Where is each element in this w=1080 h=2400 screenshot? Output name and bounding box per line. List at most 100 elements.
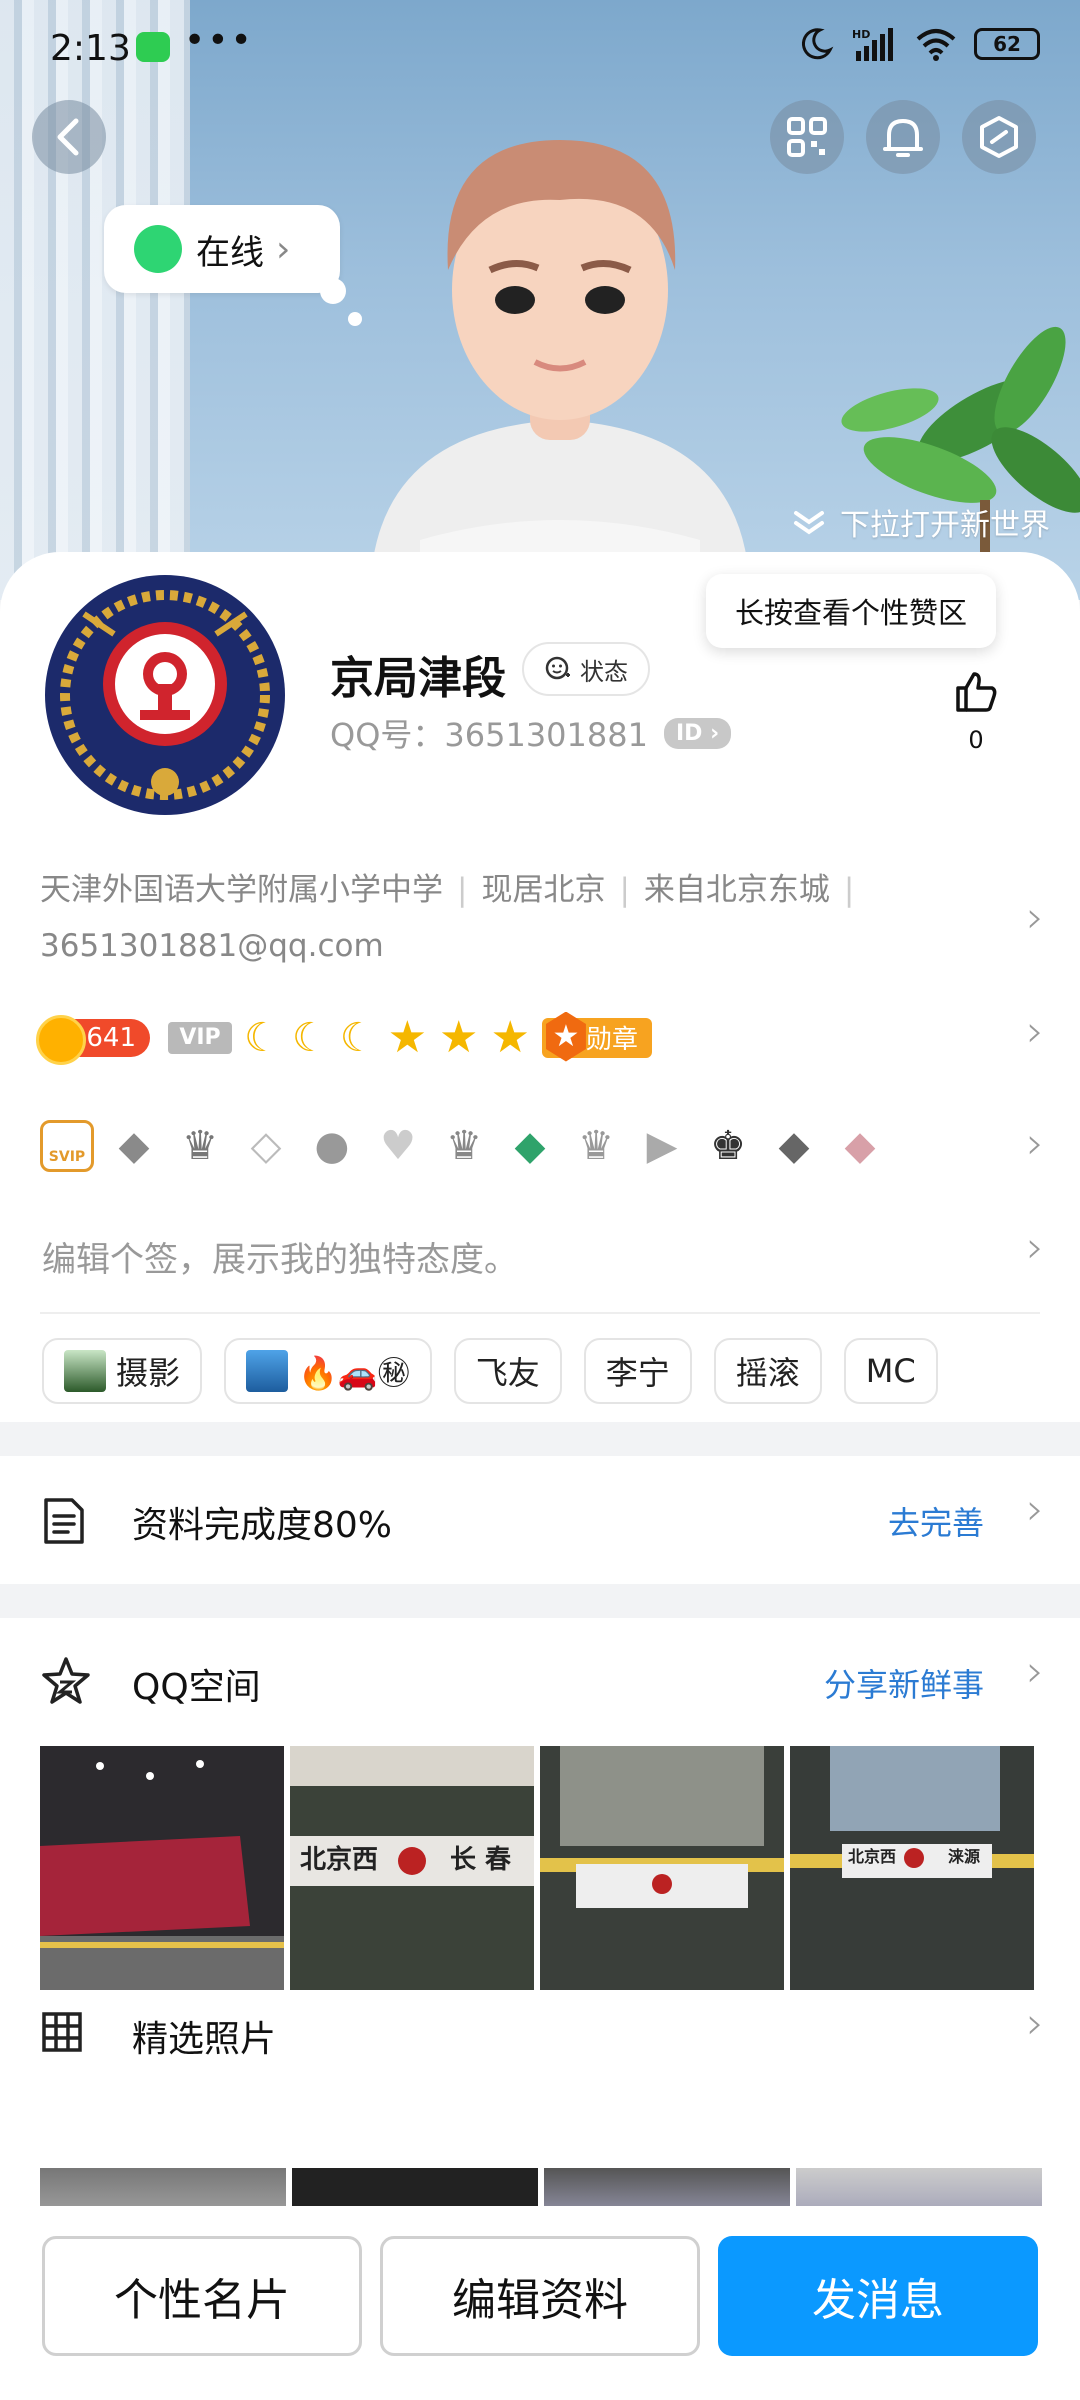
moon-level-icon: ☾ (339, 1014, 376, 1061)
qzone-photo[interactable] (540, 1746, 784, 1990)
tag-photography[interactable]: 摄影 (42, 1338, 203, 1404)
diamond-badge-icon: ◆ (778, 1123, 810, 1169)
complete-profile-link[interactable]: 去完善 (888, 1498, 984, 1544)
status-chip-button[interactable]: 状态 (522, 642, 650, 696)
email-text: 3651301881@qq.com (40, 928, 384, 964)
featured-photo[interactable] (292, 2168, 538, 2208)
pull-down-hint[interactable]: 下拉打开新世界 (792, 500, 1050, 544)
tag-mc[interactable]: MC (843, 1338, 938, 1404)
id-badge[interactable]: ID › (663, 717, 732, 749)
like-button[interactable]: 0 (946, 668, 1006, 754)
interest-tags: 摄影 🔥🚗㊙ 飞友 李宁 摇滚 MC (42, 1338, 938, 1404)
online-status-dot-icon (134, 225, 182, 273)
bottom-action-bar: 个性名片 编辑资料 发消息 (0, 2206, 1080, 2400)
grid-icon (42, 2012, 82, 2052)
profile-info-row[interactable]: 天津外国语大学附属小学中学 | 现居北京 | 来自北京东城 | 3651301881@qq… (40, 862, 1000, 974)
online-status-text: 在线 (196, 232, 264, 273)
qzone-photo[interactable]: 北京西 长 春 (290, 1746, 534, 1990)
signal-icon: HD (852, 28, 893, 61)
svg-text:长 春: 长 春 (450, 1845, 511, 1875)
online-status-bubble[interactable]: 在线 › (104, 205, 340, 293)
double-chevron-down-icon (794, 511, 824, 535)
share-news-link[interactable]: 分享新鲜事 (824, 1660, 984, 1706)
crown-badge-icon: ♛ (578, 1123, 614, 1169)
send-message-button[interactable]: 发消息 (718, 2236, 1038, 2356)
back-button[interactable] (32, 100, 106, 174)
moon-level-icon: ☾ (244, 1014, 280, 1061)
settings-button[interactable] (962, 100, 1036, 174)
status-right-icons: HD 62 (798, 26, 1040, 62)
featured-photo[interactable] (796, 2168, 1042, 2208)
tag-flyer[interactable]: 飞友 (453, 1338, 562, 1404)
location-text: 现居北京 (481, 872, 606, 908)
qzone-title[interactable]: QQ空间 (132, 1658, 261, 1710)
moon-level-icon: ☾ (291, 1014, 328, 1061)
status-chip-label: 状态 (580, 657, 628, 686)
medal-badge[interactable]: 勋章 (541, 1017, 652, 1058)
tag-lining[interactable]: 李宁 (583, 1338, 692, 1404)
signature-input[interactable]: 编辑个签，展示我的独特态度。 (42, 1232, 518, 1281)
chevron-right-icon: › (1026, 1646, 1044, 1697)
train-thumbnail (246, 1350, 289, 1392)
qzone-photos: 北京西 长 春 北京西 涞源 (40, 1746, 1034, 1990)
profile-banner[interactable]: 2:13 ••• HD 62 在线 › 下拉打开新世界 (0, 0, 1080, 600)
more-notifications-icon: ••• (184, 20, 254, 61)
tag-label: MC (865, 1352, 916, 1390)
divider (40, 1312, 1040, 1314)
nickname: 京局津段 (330, 653, 506, 704)
svg-text:涞源: 涞源 (948, 1847, 980, 1866)
pull-down-hint-text: 下拉打开新世界 (840, 508, 1050, 543)
level-badge: 641 (36, 1014, 150, 1065)
svg-text:北京西: 北京西 (848, 1847, 896, 1866)
photography-thumbnail (64, 1350, 106, 1392)
featured-photo[interactable] (544, 2168, 790, 2208)
status-time: 2:13 (50, 28, 131, 69)
edit-profile-button[interactable]: 编辑资料 (380, 2236, 700, 2356)
qq-number-row[interactable]: QQ号：3651301881 ID › (330, 710, 732, 756)
chevron-right-icon: › (276, 228, 291, 270)
notification-button[interactable] (866, 100, 940, 174)
diamond-badge-icon: ◆ (118, 1123, 150, 1169)
bubble-tail (348, 312, 362, 326)
school-text: 天津外国语大学附属小学中学 (40, 872, 443, 908)
badge-icon-row[interactable]: SVIP ◆ ♛ ◇ ● ♥ ♛ ◆ ♛ ▶ ♚ ◆ ◆ (40, 1120, 886, 1172)
tag-rock[interactable]: 摇滚 (713, 1338, 822, 1404)
featured-photo[interactable] (40, 2168, 286, 2208)
tag-label: 🔥🚗㊙ (298, 1354, 410, 1392)
qq-number: QQ号：3651301881 (330, 716, 648, 754)
tag-label: 飞友 (475, 1354, 540, 1392)
emerald-badge-icon: ◆ (514, 1123, 546, 1169)
profile-card-button[interactable]: 个性名片 (42, 2236, 362, 2356)
chevron-right-icon: › (1026, 1222, 1044, 1273)
crown-badge-icon: ♛ (446, 1123, 482, 1169)
railway-logo-avatar[interactable] (44, 574, 286, 816)
svip-icon: SVIP (40, 1120, 94, 1172)
play-badge-icon: ▶ (646, 1123, 678, 1169)
star-level-icon: ★ (490, 1012, 530, 1063)
tag-label: 摄影 (116, 1354, 181, 1392)
svg-text:HD: HD (852, 28, 870, 41)
qr-code-button[interactable] (770, 100, 844, 174)
crown-badge-icon: ♛ (182, 1123, 218, 1169)
chevron-right-icon: › (1026, 1118, 1044, 1169)
qr-code-icon (787, 117, 827, 157)
moon-icon (801, 28, 834, 60)
featured-photos-title[interactable]: 精选照片 (132, 2010, 276, 2062)
chevron-right-icon: › (1026, 1484, 1044, 1535)
tag-emoji[interactable]: 🔥🚗㊙ (224, 1338, 432, 1404)
qzone-photo[interactable] (40, 1746, 284, 1990)
qzone-photo[interactable]: 北京西 涞源 (790, 1746, 1034, 1990)
tag-label: 李宁 (605, 1354, 670, 1392)
chevron-right-icon: › (1026, 892, 1044, 943)
completeness-title: 资料完成度80% (132, 1505, 393, 1546)
wechat-notification-icon (136, 32, 170, 62)
heart-badge-icon: ♥ (380, 1123, 416, 1169)
profile-completeness-row[interactable]: 资料完成度80% 去完善 › (0, 1456, 1080, 1584)
level-row[interactable]: 641 VIP ☾ ☾ ☾ ★ ★ ★ 勋章 (36, 1012, 652, 1065)
star-level-icon: ★ (387, 1012, 428, 1063)
bell-icon (883, 119, 923, 157)
status-smiley-icon (545, 656, 570, 680)
chevron-right-icon: › (1026, 1998, 1044, 2049)
avatar-3d[interactable] (330, 100, 790, 600)
hometown-text: 来自北京东城 (643, 872, 830, 908)
